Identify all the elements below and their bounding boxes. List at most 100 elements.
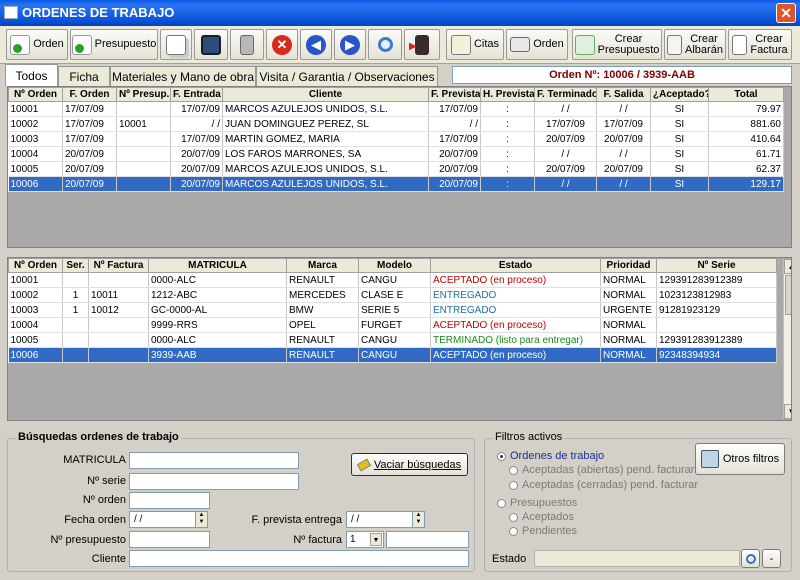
- new-presupuesto-button[interactable]: Presupuesto: [70, 29, 158, 60]
- print-orden-label: Orden: [533, 38, 564, 50]
- vehicle-row[interactable]: 10006 3939-AAB RENAULT CANGU ACEPTADO (en pr…: [8, 347, 777, 363]
- vehicle-cell: [62, 332, 89, 348]
- vehicle-row[interactable]: 10005 0000-ALC RENAULT CANGU TERMINADO (list…: [8, 332, 777, 348]
- vehicle-row[interactable]: 10001 0000-ALC RENAULT CANGU ACEPTADO (en pr…: [8, 272, 777, 288]
- order-cell: 61.71: [708, 146, 784, 162]
- order-row[interactable]: 10006 20/07/09 20/07/09 MARCOS AZULEJOS UNI…: [8, 176, 784, 192]
- vehicle-cell: RENAULT: [286, 332, 359, 348]
- vaciar-busquedas-button[interactable]: Vaciar búsquedas: [351, 453, 468, 476]
- tab-todos[interactable]: Todos: [5, 64, 58, 86]
- estado-search-button[interactable]: [741, 549, 760, 568]
- scroll-thumb[interactable]: [785, 275, 791, 315]
- vehicles-col-header[interactable]: Ser.: [62, 258, 89, 273]
- previous-button[interactable]: ◀: [300, 29, 332, 60]
- order-row[interactable]: 10002 17/07/09 10001/ / JUAN DOMINGUEZ PERE…: [8, 116, 784, 132]
- presupuesto-input[interactable]: [129, 531, 210, 548]
- otros-filtros-button[interactable]: Otros filtros: [695, 443, 785, 475]
- order-row[interactable]: 10001 17/07/09 17/07/09 MARCOS AZULEJOS UNI…: [8, 101, 784, 117]
- factura-number-input[interactable]: [386, 531, 469, 548]
- vehicle-row[interactable]: 10004 9999-RRS OPEL FURGET ACEPTADO (en proc…: [8, 317, 777, 333]
- cerradas-radio[interactable]: [509, 481, 518, 490]
- citas-button[interactable]: Citas: [446, 29, 504, 60]
- f-prevista-spinner[interactable]: ▲ ▼: [412, 511, 425, 528]
- vehicle-cell: 129391283912389: [656, 272, 777, 288]
- delete-button[interactable]: [230, 29, 264, 60]
- tab-visita[interactable]: Visita / Garantia / Observaciones: [256, 66, 438, 86]
- tab-ficha[interactable]: Ficha: [58, 66, 110, 86]
- cerradas-radio-label: Aceptadas (cerradas) pend. facturar: [522, 479, 699, 491]
- vehicles-table: Nº Orden Ser. Nº Factura MATRICULA Marca Mode…: [8, 258, 777, 363]
- cliente-input[interactable]: [129, 550, 469, 567]
- vehicles-col-header[interactable]: Nº Orden: [8, 258, 63, 273]
- estado-input[interactable]: [534, 550, 740, 567]
- print-orden-button[interactable]: Orden: [506, 29, 568, 60]
- orders-col-header[interactable]: F. Prevista: [428, 87, 481, 102]
- copy-button[interactable]: [160, 29, 192, 60]
- new-orden-button[interactable]: Orden: [6, 29, 68, 60]
- orders-col-header[interactable]: F. Orden: [62, 87, 117, 102]
- f-prevista-input[interactable]: / /: [346, 511, 413, 528]
- vehicles-scrollbar[interactable]: ▲ ▼: [783, 259, 791, 419]
- order-cell: / /: [596, 176, 651, 192]
- scroll-up-arrow[interactable]: ▲: [784, 259, 791, 274]
- vehicle-row[interactable]: 10002 1 10011 1212-ABC MERCEDES CLASE E ENTREG…: [8, 287, 777, 303]
- factura-series-select[interactable]: 1 ▼: [346, 531, 384, 548]
- exit-button[interactable]: ▶: [404, 29, 440, 60]
- order-row[interactable]: 10004 20/07/09 20/07/09 LOS FAROS MARRONES,…: [8, 146, 784, 162]
- order-cell: 20/07/09: [170, 146, 223, 162]
- next-button[interactable]: ▶: [334, 29, 366, 60]
- orders-col-header[interactable]: ¿Aceptado?: [650, 87, 709, 102]
- orders-col-header[interactable]: H. Prevista: [480, 87, 535, 102]
- tab-materiales[interactable]: Materiales y Mano de obra: [110, 66, 256, 86]
- aceptados-radio[interactable]: [509, 513, 518, 522]
- estado-clear-button[interactable]: -: [762, 549, 781, 568]
- order-row[interactable]: 10005 20/07/09 20/07/09 MARCOS AZULEJOS UNI…: [8, 161, 784, 177]
- crear-albaran-button[interactable]: Crear Albarán: [664, 29, 726, 60]
- ordenes-radio-label: Ordenes de trabajo: [510, 450, 605, 462]
- orders-col-header[interactable]: Cliente: [222, 87, 429, 102]
- vehicle-cell: BMW: [286, 302, 359, 318]
- orders-col-header[interactable]: F. Entrada: [170, 87, 223, 102]
- scroll-down-arrow[interactable]: ▼: [784, 404, 791, 419]
- presupuestos-radio[interactable]: [497, 499, 506, 508]
- vehicles-col-header[interactable]: Marca: [286, 258, 359, 273]
- serie-input[interactable]: [129, 473, 299, 490]
- fecha-orden-spinner[interactable]: ▲ ▼: [195, 511, 208, 528]
- order-cell: 129.17: [708, 176, 784, 192]
- order-cell: [116, 176, 171, 192]
- vehicle-cell: CLASE E: [358, 287, 431, 303]
- orders-col-header[interactable]: Nº Orden: [8, 87, 63, 102]
- orders-col-header[interactable]: F. Terminado: [534, 87, 597, 102]
- vehicles-col-header[interactable]: Prioridad: [600, 258, 657, 273]
- order-cell: 10001: [8, 101, 63, 117]
- matricula-input[interactable]: [129, 452, 299, 469]
- crear-presupuesto-button[interactable]: Crear Presupuesto: [572, 29, 662, 60]
- orders-col-header[interactable]: Nº Presup.: [116, 87, 171, 102]
- cancel-button[interactable]: ✕: [266, 29, 298, 60]
- vehicle-row[interactable]: 10003 1 10012 GC-0000-AL BMW SERIE 5 ENTREGADO…: [8, 302, 777, 318]
- order-cell: SI: [650, 176, 709, 192]
- order-row[interactable]: 10003 17/07/09 17/07/09 MARTIN GOMEZ, MARIA…: [8, 131, 784, 147]
- orden-input[interactable]: [129, 492, 210, 509]
- pendientes-radio[interactable]: [509, 527, 518, 536]
- search-button[interactable]: [368, 29, 402, 60]
- ordenes-radio[interactable]: [497, 452, 506, 461]
- fecha-orden-input[interactable]: / /: [129, 511, 196, 528]
- abiertas-radio[interactable]: [509, 466, 518, 475]
- chevron-down-icon[interactable]: ▼: [370, 533, 382, 546]
- vehicles-col-header[interactable]: Nº Serie: [656, 258, 777, 273]
- vehicle-cell: 0000-ALC: [148, 272, 287, 288]
- close-button[interactable]: ✕: [776, 3, 796, 23]
- vehicles-col-header[interactable]: Modelo: [358, 258, 431, 273]
- orders-col-header[interactable]: Total: [708, 87, 784, 102]
- order-cell: 10006: [8, 176, 63, 192]
- save-button[interactable]: [194, 29, 228, 60]
- vehicles-col-header[interactable]: Estado: [430, 258, 601, 273]
- matricula-label: MATRICULA: [63, 454, 126, 466]
- vehicles-header-row: Nº Orden Ser. Nº Factura MATRICULA Marca Mode…: [8, 258, 777, 273]
- crear-factura-button[interactable]: Crear Factura: [728, 29, 792, 60]
- toolbar: Orden Presupuesto ✕ ◀ ▶ ▶ Citas Orden Cr…: [0, 26, 800, 64]
- vehicles-col-header[interactable]: Nº Factura: [88, 258, 149, 273]
- orders-col-header[interactable]: F. Salida: [596, 87, 651, 102]
- vehicles-col-header[interactable]: MATRICULA: [148, 258, 287, 273]
